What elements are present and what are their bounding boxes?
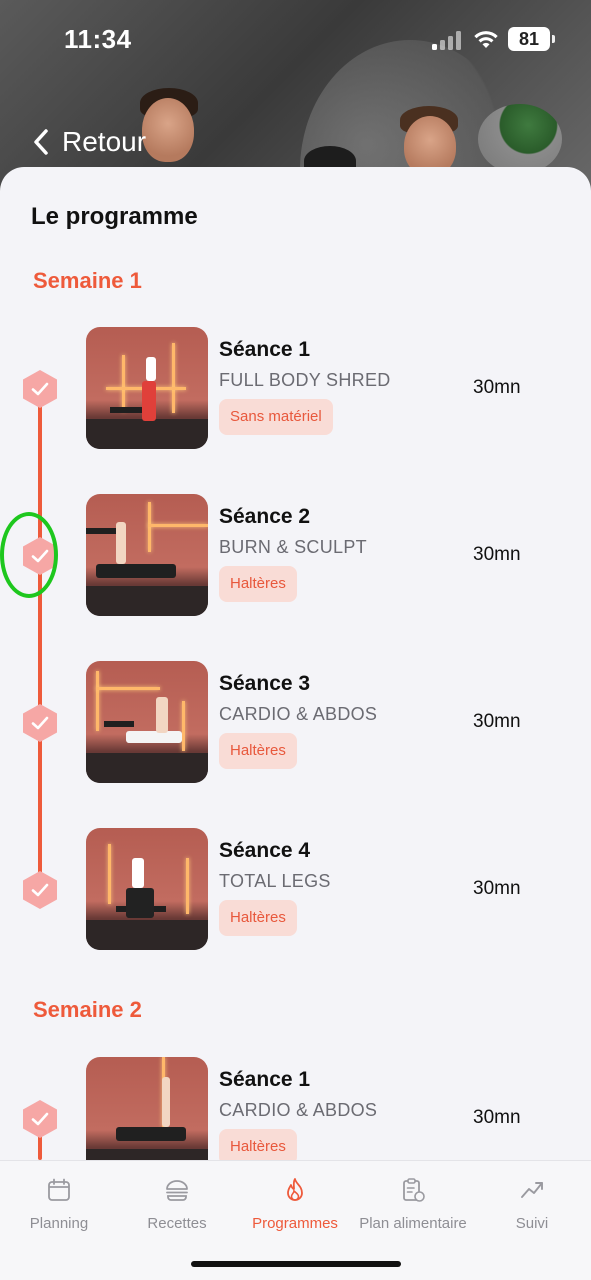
tab-label: Plan alimentaire (359, 1215, 467, 1232)
completed-check-icon (23, 704, 57, 742)
coach-photo-4 (478, 104, 562, 174)
tab-label: Programmes (252, 1215, 338, 1232)
session-title: Séance 1 (219, 338, 311, 361)
tab-planning[interactable]: Planning (0, 1177, 118, 1232)
session-subtitle: TOTAL LEGS (219, 871, 331, 891)
session-subtitle: FULL BODY SHRED (219, 370, 391, 390)
tab-programmes[interactable]: Programmes (236, 1177, 354, 1232)
tab-recettes[interactable]: Recettes (118, 1177, 236, 1232)
completed-check-icon (23, 370, 57, 408)
session-thumbnail (86, 494, 208, 616)
chevron-left-icon (34, 129, 48, 155)
week-title: Semaine 2 (33, 997, 142, 1022)
back-button[interactable]: Retour (32, 126, 146, 158)
session-item[interactable]: Séance 2 BURN & SCULPT Haltères 30mn (0, 494, 591, 616)
session-duration: 30mn (473, 377, 521, 398)
tab-plan-alimentaire[interactable]: Plan alimentaire (354, 1177, 472, 1232)
session-duration: 30mn (473, 711, 521, 732)
equipment-tag: Haltères (219, 733, 297, 769)
session-duration: 30mn (473, 878, 521, 899)
session-subtitle: CARDIO & ABDOS (219, 1100, 378, 1120)
timeline-line (38, 388, 42, 888)
equipment-tag: Sans matériel (219, 399, 333, 435)
session-subtitle: CARDIO & ABDOS (219, 704, 378, 724)
focus-highlight-ring (0, 512, 58, 598)
burger-icon (166, 1180, 188, 1201)
session-title: Séance 3 (219, 672, 311, 695)
flame-icon (287, 1178, 303, 1201)
session-title: Séance 2 (219, 505, 311, 528)
session-duration: 30mn (473, 544, 521, 565)
session-duration: 30mn (473, 1107, 521, 1128)
status-time: 11:34 (64, 24, 132, 54)
session-item[interactable]: Séance 1 FULL BODY SHRED Sans matériel 3… (0, 327, 591, 449)
session-item[interactable]: Séance 4 TOTAL LEGS Haltères 30mn (0, 828, 591, 950)
week-title: Semaine 1 (33, 268, 142, 293)
session-item[interactable]: Séance 3 CARDIO & ABDOS Haltères 30mn (0, 661, 591, 783)
equipment-tag: Haltères (219, 900, 297, 936)
status-bar: 11:34 81 (0, 0, 591, 80)
session-title: Séance 4 (219, 839, 311, 862)
home-indicator[interactable] (191, 1261, 401, 1267)
wifi-icon (474, 31, 498, 48)
page-title: Le programme (31, 203, 198, 230)
equipment-tag: Haltères (219, 566, 297, 602)
coach-photo-1 (142, 98, 194, 162)
completed-check-icon (23, 871, 57, 909)
session-title: Séance 1 (219, 1068, 311, 1091)
tab-label: Recettes (147, 1215, 207, 1232)
session-thumbnail (86, 327, 208, 449)
session-thumbnail (86, 661, 208, 783)
tab-label: Suivi (515, 1215, 549, 1232)
trend-icon (521, 1182, 543, 1198)
session-thumbnail (86, 828, 208, 950)
session-subtitle: BURN & SCULPT (219, 537, 367, 557)
calendar-icon (48, 1178, 70, 1201)
clipboard-apple-icon (403, 1178, 425, 1202)
tab-suivi[interactable]: Suivi (473, 1177, 591, 1232)
tab-label: Planning (29, 1215, 89, 1232)
battery-indicator: 81 (508, 27, 555, 51)
back-label: Retour (62, 126, 147, 157)
cellular-signal-icon (432, 30, 462, 50)
completed-check-icon (23, 1100, 57, 1138)
